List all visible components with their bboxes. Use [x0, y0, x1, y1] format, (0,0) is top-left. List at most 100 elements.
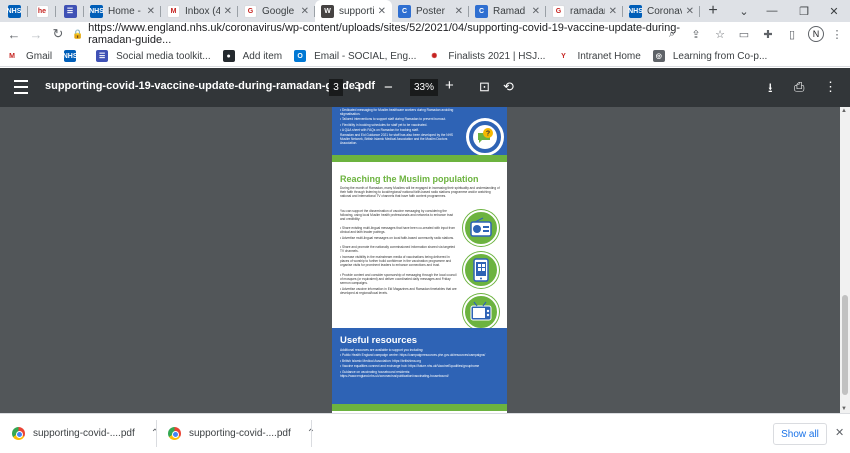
form-icon: ☰ [63, 4, 77, 18]
show-all-button[interactable]: Show all [773, 423, 827, 445]
outlook-icon: O [294, 50, 307, 62]
bookmark-star-icon[interactable]: ☆ [709, 24, 731, 44]
browser-tab[interactable]: C Poster ✕ [392, 0, 469, 22]
intro-paragraph: During the month of Ramadan, many Muslim… [340, 186, 500, 199]
pdf-text-line: Ramadan and Eid Guidance 2021 for staff … [340, 133, 453, 146]
pinned-tab[interactable]: he [28, 0, 56, 22]
close-downloads-icon[interactable]: ✕ [835, 426, 844, 439]
pdf-menu-icon[interactable] [14, 80, 28, 94]
minimize-icon[interactable]: — [756, 0, 788, 22]
reload-icon[interactable]: ↻ [47, 23, 69, 45]
bookmark-item[interactable]: ☰ Social media toolkit... [90, 50, 211, 62]
zoom-level-input[interactable]: 33% [410, 79, 438, 96]
browser-tab[interactable]: C Ramad ✕ [469, 0, 546, 22]
browser-tab[interactable]: NHS Coronav ✕ [623, 0, 700, 22]
bookmark-item[interactable]: ✺ Finalists 2021 | HSJ... [422, 50, 545, 62]
pdf-text-line: • Tailored interventions to support staf… [340, 117, 447, 122]
form-icon: ☰ [96, 50, 109, 62]
chrome-icon [12, 427, 25, 440]
page-count: / 3 [346, 81, 360, 92]
scroll-up-icon[interactable]: ▲ [841, 108, 847, 114]
profile-avatar[interactable]: N [808, 26, 824, 42]
pinned-tab[interactable]: ☰ [56, 0, 84, 22]
zoom-out-icon[interactable]: − [384, 79, 393, 96]
browser-tab[interactable]: Wsupporti ✕ [315, 0, 392, 22]
download-icon[interactable]: ⭳ [768, 79, 773, 101]
tab-close-icon[interactable]: ✕ [686, 6, 694, 17]
tab-close-icon[interactable]: ✕ [301, 6, 309, 17]
pdf-text-line: • Vaccine equalities connect and exchang… [340, 364, 480, 369]
edge-icon: C [398, 4, 411, 18]
forward-icon[interactable]: → [25, 23, 47, 45]
bookmark-item[interactable]: O Email - SOCIAL, Eng... [288, 50, 416, 62]
chrome-icon [168, 427, 181, 440]
tab-strip: NHShe☰NHSHome - (✕MInbox (4✕GGoogle C✕Ws… [0, 0, 850, 22]
bookmark-item[interactable]: ● Add item [217, 50, 282, 62]
bookmark-item[interactable]: NHS [58, 50, 84, 62]
he-icon: he [35, 4, 49, 18]
zoom-icon[interactable]: ⌕ [661, 24, 683, 44]
reading-mode-icon[interactable]: ▭ [733, 24, 755, 44]
pdf-text-line: • Flexibility in booking schedules for s… [340, 122, 428, 127]
google-icon: G [552, 4, 565, 18]
bookmark-item[interactable]: Y Intranet Home [551, 50, 641, 62]
fit-page-icon[interactable]: ⊡ [479, 79, 490, 95]
close-window-icon[interactable]: ✕ [818, 0, 850, 22]
pinned-tab[interactable]: NHS [0, 0, 28, 22]
green-divider-bottom [332, 404, 507, 411]
side-panel-icon[interactable]: ▯ [781, 24, 803, 44]
bookmark-label: Add item [242, 50, 283, 62]
page-number-input[interactable]: 3 [329, 79, 343, 96]
browser-tab[interactable]: NHS Home - (✕ [84, 0, 161, 22]
scrollbar-thumb[interactable] [842, 295, 848, 395]
pdf-text-line: • Share existing multi-lingual messages … [340, 226, 456, 235]
tab-close-icon[interactable]: ✕ [378, 6, 386, 17]
share-icon[interactable]: ⇪ [685, 24, 707, 44]
restore-icon[interactable]: ❐ [788, 0, 820, 22]
question-bubble-icon: ? [467, 119, 503, 155]
hsj-icon: ✺ [428, 50, 441, 62]
bookmark-item[interactable]: M Gmail [0, 50, 52, 62]
new-tab-button[interactable]: + [700, 0, 726, 22]
download-separator [311, 420, 312, 447]
pdf-text-line: • Guidance on vaccinating housebound res… [340, 370, 449, 379]
print-icon[interactable]: ⎙ [794, 79, 804, 95]
more-menu-icon[interactable]: ⋮ [826, 24, 848, 44]
tab-close-icon[interactable]: ✕ [532, 6, 540, 17]
tab-close-icon[interactable]: ✕ [147, 6, 155, 17]
nhs-icon: NHS [628, 4, 643, 18]
bookmark-label: Intranet Home [577, 50, 641, 62]
address-bar[interactable]: 🔒 https://www.england.nhs.uk/coronavirus… [72, 22, 692, 46]
scroll-down-icon[interactable]: ▼ [841, 406, 847, 412]
browser-tab[interactable]: Gramadan ✕ [546, 0, 623, 22]
tab-title: Home - ( [108, 5, 143, 17]
tab-title: Ramad [493, 5, 526, 17]
pdf-scrollbar[interactable]: ▲ ▼ [840, 107, 850, 413]
tab-close-icon[interactable]: ✕ [609, 6, 617, 17]
browser-tab[interactable]: G Google C ✕ [238, 0, 315, 22]
back-icon[interactable]: ← [3, 23, 25, 45]
resources-heading: Useful resources [340, 335, 418, 346]
nhs-icon: NHS [63, 50, 78, 62]
chevron-up-icon[interactable]: ⌃ [151, 428, 159, 439]
tab-close-icon[interactable]: ✕ [455, 6, 463, 17]
bookmark-label: Email - SOCIAL, Eng... [314, 50, 417, 62]
zoom-in-icon[interactable]: + [445, 77, 454, 94]
pdf-text-line: • Advertise vaccine information in Eid M… [340, 286, 457, 295]
download-item-2[interactable]: supporting-covid-....pdf ⌃ [168, 414, 315, 453]
intranet-icon: Y [557, 50, 570, 62]
page-separator: / [346, 81, 349, 92]
download-item-1[interactable]: supporting-covid-....pdf ⌃ [12, 414, 159, 453]
wordpress-icon: W [321, 4, 334, 18]
pdf-more-icon[interactable]: ⋮ [824, 79, 837, 95]
gmail-icon: M [6, 50, 18, 62]
pdf-viewport[interactable]: • Dedicated messaging for Muslim healthc… [0, 107, 850, 413]
pdf-page: • Dedicated messaging for Muslim healthc… [332, 107, 507, 413]
extensions-icon[interactable]: ✚ [757, 24, 779, 44]
pdf-text-line: • British Islamic Medical Association: h… [340, 358, 422, 363]
browser-tab[interactable]: M Inbox (4 ✕ [161, 0, 238, 22]
rotate-icon[interactable]: ⟲ [503, 79, 514, 95]
tab-close-icon[interactable]: ✕ [224, 6, 232, 17]
bookmark-item[interactable]: ◎ Learning from Co-p... [647, 50, 767, 62]
pdf-text-line: • A Q&A sheet with FAQs on Ramadan for b… [340, 127, 419, 132]
